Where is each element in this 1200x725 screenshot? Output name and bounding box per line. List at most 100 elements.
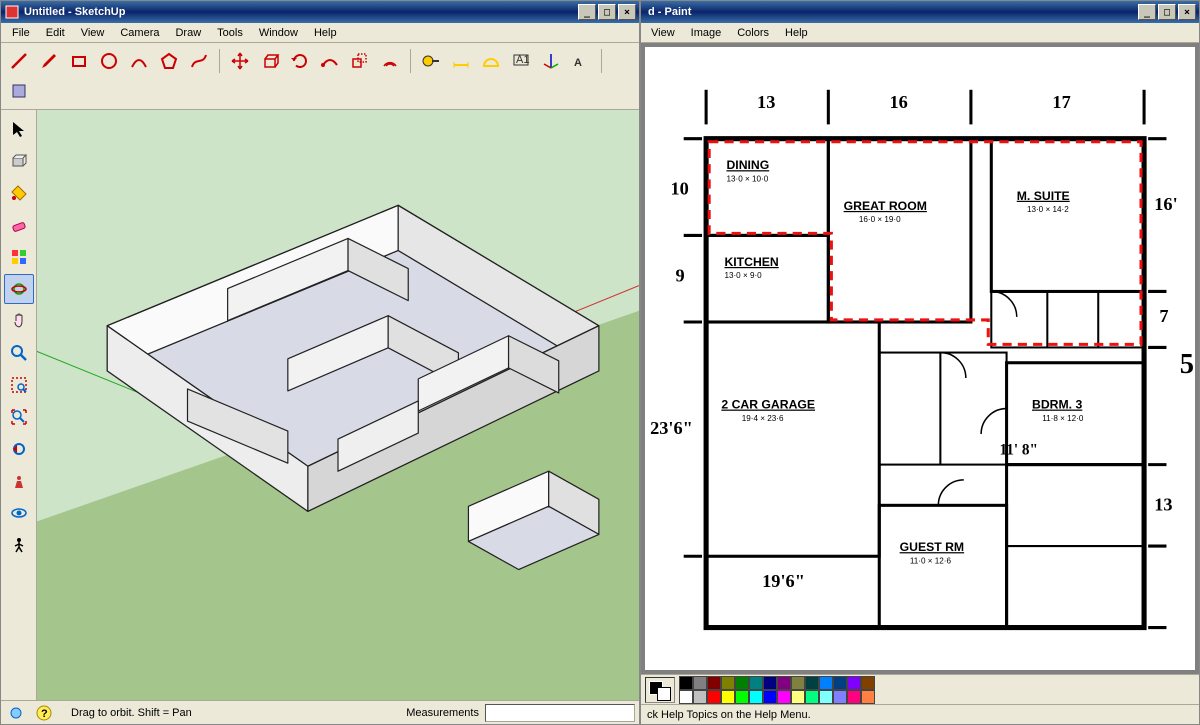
maximize-button[interactable]: □	[598, 4, 616, 20]
palette-swatch[interactable]	[833, 690, 847, 704]
sketchup-toolbar: A1 A	[1, 43, 639, 110]
materials-tool-icon[interactable]	[4, 242, 34, 272]
palette-swatch[interactable]	[763, 690, 777, 704]
measurements-input[interactable]	[485, 704, 635, 722]
palette-swatch[interactable]	[819, 676, 833, 690]
offset-tool-icon[interactable]	[376, 47, 404, 75]
menu-view[interactable]: View	[647, 25, 679, 41]
line-tool-icon[interactable]	[5, 47, 33, 75]
section-tool-icon[interactable]	[5, 77, 33, 105]
palette-swatch[interactable]	[735, 690, 749, 704]
zoom-extents-tool-icon[interactable]	[4, 402, 34, 432]
menu-file[interactable]: File	[5, 24, 37, 42]
component-tool-icon[interactable]	[4, 146, 34, 176]
rect-tool-icon[interactable]	[65, 47, 93, 75]
paint-window: d - Paint _ □ × View Image Colors Help	[640, 0, 1200, 725]
palette-swatch[interactable]	[721, 690, 735, 704]
current-colors[interactable]	[645, 677, 675, 703]
palette-swatch[interactable]	[679, 690, 693, 704]
close-button[interactable]: ×	[1178, 4, 1196, 20]
palette-swatch[interactable]	[777, 676, 791, 690]
palette-swatch[interactable]	[693, 690, 707, 704]
eraser-tool-icon[interactable]	[4, 210, 34, 240]
sketchup-window: Untitled - SketchUp _ □ × File Edit View…	[0, 0, 640, 725]
palette-swatch[interactable]	[679, 676, 693, 690]
palette-swatch[interactable]	[707, 676, 721, 690]
svg-text:A1: A1	[516, 54, 529, 66]
palette-swatch[interactable]	[749, 676, 763, 690]
move-tool-icon[interactable]	[226, 47, 254, 75]
palette-swatch[interactable]	[707, 690, 721, 704]
maximize-button[interactable]: □	[1158, 4, 1176, 20]
zoom-tool-icon[interactable]	[4, 338, 34, 368]
menu-window[interactable]: Window	[252, 24, 305, 42]
palette-swatch[interactable]	[819, 690, 833, 704]
palette-swatch[interactable]	[861, 690, 875, 704]
room-kitchen-label: KITCHEN	[724, 255, 778, 269]
walk-tool-icon[interactable]	[4, 530, 34, 560]
select-tool-icon[interactable]	[4, 114, 34, 144]
close-button[interactable]: ×	[618, 4, 636, 20]
palette-swatch[interactable]	[847, 676, 861, 690]
polygon-tool-icon[interactable]	[155, 47, 183, 75]
circle-tool-icon[interactable]	[95, 47, 123, 75]
hand-dim-top1: 13	[757, 92, 775, 112]
minimize-button[interactable]: _	[1138, 4, 1156, 20]
palette-swatch[interactable]	[833, 676, 847, 690]
dimension-tool-icon[interactable]	[447, 47, 475, 75]
minimize-button[interactable]: _	[578, 4, 596, 20]
paint-title-bar[interactable]: d - Paint _ □ ×	[641, 1, 1199, 23]
help-icon[interactable]: ?	[33, 703, 55, 723]
palette-swatch[interactable]	[805, 676, 819, 690]
room-kitchen-dim: 13·0 × 9·0	[724, 271, 762, 280]
axes-tool-icon[interactable]	[537, 47, 565, 75]
palette-swatch[interactable]	[791, 676, 805, 690]
sketchup-title-bar[interactable]: Untitled - SketchUp _ □ ×	[1, 1, 639, 23]
menu-view[interactable]: View	[74, 24, 112, 42]
palette-swatch[interactable]	[777, 690, 791, 704]
zoom-window-tool-icon[interactable]	[4, 370, 34, 400]
menu-edit[interactable]: Edit	[39, 24, 72, 42]
menu-tools[interactable]: Tools	[210, 24, 250, 42]
paint-canvas[interactable]: DINING 13·0 × 10·0 KITCHEN 13·0 × 9·0 GR…	[645, 47, 1195, 670]
palette-swatch[interactable]	[805, 690, 819, 704]
pan-tool-icon[interactable]	[4, 306, 34, 336]
look-tool-icon[interactable]	[4, 498, 34, 528]
geolocate-icon[interactable]	[5, 703, 27, 723]
protractor-tool-icon[interactable]	[477, 47, 505, 75]
arc-tool-icon[interactable]	[125, 47, 153, 75]
pencil-tool-icon[interactable]	[35, 47, 63, 75]
menu-help[interactable]: Help	[307, 24, 344, 42]
palette-swatch[interactable]	[735, 676, 749, 690]
menu-camera[interactable]: Camera	[113, 24, 166, 42]
sketchup-viewport[interactable]	[37, 110, 639, 700]
toolbar-separator	[601, 49, 602, 73]
freehand-tool-icon[interactable]	[185, 47, 213, 75]
scale-tool-icon[interactable]	[346, 47, 374, 75]
palette-swatch[interactable]	[847, 690, 861, 704]
orbit-tool-icon[interactable]	[4, 274, 34, 304]
hand-dim-right3: 13	[1154, 494, 1172, 514]
palette-swatch[interactable]	[861, 676, 875, 690]
followme-tool-icon[interactable]	[316, 47, 344, 75]
menu-help[interactable]: Help	[781, 25, 812, 41]
model-3d	[37, 110, 639, 700]
tape-tool-icon[interactable]	[417, 47, 445, 75]
palette-swatch[interactable]	[763, 676, 777, 690]
text-tool-icon[interactable]: A1	[507, 47, 535, 75]
iso-tool-icon[interactable]	[4, 466, 34, 496]
menu-draw[interactable]: Draw	[168, 24, 208, 42]
menu-colors[interactable]: Colors	[733, 25, 773, 41]
palette-swatch[interactable]	[791, 690, 805, 704]
sketchup-status-bar: ? Drag to orbit. Shift = Pan Measurement…	[1, 700, 639, 724]
palette-swatch[interactable]	[721, 676, 735, 690]
pushpull-tool-icon[interactable]	[256, 47, 284, 75]
prev-view-tool-icon[interactable]	[4, 434, 34, 464]
rotate-tool-icon[interactable]	[286, 47, 314, 75]
paint-status-bar: ck Help Topics on the Help Menu.	[641, 704, 1199, 724]
3dtext-tool-icon[interactable]: A	[567, 47, 595, 75]
palette-swatch[interactable]	[693, 676, 707, 690]
palette-swatch[interactable]	[749, 690, 763, 704]
paint-tool-icon[interactable]	[4, 178, 34, 208]
menu-image[interactable]: Image	[687, 25, 726, 41]
